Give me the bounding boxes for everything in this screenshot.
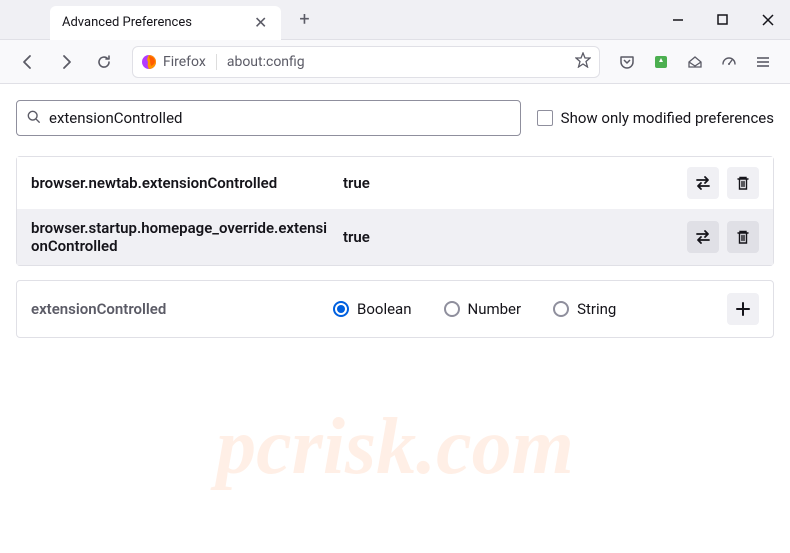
search-icon bbox=[27, 109, 41, 128]
toggle-button[interactable] bbox=[687, 167, 719, 199]
radio-label: String bbox=[577, 300, 616, 318]
pref-actions bbox=[687, 221, 759, 253]
mail-icon[interactable] bbox=[680, 47, 710, 77]
search-row: Show only modified preferences bbox=[16, 100, 774, 136]
delete-button[interactable] bbox=[727, 167, 759, 199]
radio-label: Boolean bbox=[357, 300, 412, 318]
firefox-icon bbox=[141, 54, 157, 70]
type-boolean[interactable]: Boolean bbox=[333, 300, 412, 318]
new-pref-row: extensionControlled Boolean Number Strin… bbox=[16, 280, 774, 338]
dashboard-icon[interactable] bbox=[714, 47, 744, 77]
url-text: about:config bbox=[223, 54, 569, 70]
titlebar: Advanced Preferences ✕ + bbox=[0, 0, 790, 40]
pref-name: browser.newtab.extensionControlled bbox=[31, 174, 331, 192]
new-pref-name: extensionControlled bbox=[31, 300, 321, 318]
forward-button[interactable] bbox=[50, 46, 82, 78]
close-tab-icon[interactable]: ✕ bbox=[252, 11, 269, 34]
window-controls bbox=[655, 0, 790, 40]
delete-button[interactable] bbox=[727, 221, 759, 253]
pref-row: browser.newtab.extensionControlled true bbox=[17, 157, 773, 209]
pref-value: true bbox=[343, 228, 675, 246]
checkbox-icon bbox=[537, 110, 553, 126]
radio-icon bbox=[444, 301, 460, 317]
radio-icon bbox=[333, 301, 349, 317]
extension-icon[interactable] bbox=[646, 47, 676, 77]
menu-icon[interactable] bbox=[748, 47, 778, 77]
radio-label: Number bbox=[468, 300, 522, 318]
toolbar: Firefox about:config bbox=[0, 40, 790, 84]
checkbox-label-text: Show only modified preferences bbox=[561, 109, 774, 127]
bookmark-star-icon[interactable] bbox=[575, 52, 591, 72]
pref-name: browser.startup.homepage_override.extens… bbox=[31, 219, 331, 255]
pref-value: true bbox=[343, 174, 675, 192]
search-box[interactable] bbox=[16, 100, 521, 136]
identity-label: Firefox bbox=[163, 54, 217, 70]
pocket-icon[interactable] bbox=[612, 47, 642, 77]
pref-actions bbox=[687, 167, 759, 199]
type-number[interactable]: Number bbox=[444, 300, 522, 318]
search-input[interactable] bbox=[49, 109, 510, 127]
toolbar-icons bbox=[612, 47, 778, 77]
maximize-button[interactable] bbox=[700, 0, 745, 40]
radio-icon bbox=[553, 301, 569, 317]
add-button[interactable] bbox=[727, 293, 759, 325]
minimize-button[interactable] bbox=[655, 0, 700, 40]
tab-title: Advanced Preferences bbox=[62, 15, 192, 30]
preferences-table: browser.newtab.extensionControlled true … bbox=[16, 156, 774, 266]
toggle-button[interactable] bbox=[687, 221, 719, 253]
reload-button[interactable] bbox=[88, 46, 120, 78]
content-area: Show only modified preferences browser.n… bbox=[0, 84, 790, 354]
pref-row: browser.startup.homepage_override.extens… bbox=[17, 209, 773, 265]
type-string[interactable]: String bbox=[553, 300, 616, 318]
address-bar[interactable]: Firefox about:config bbox=[132, 46, 600, 78]
close-window-button[interactable] bbox=[745, 0, 790, 40]
new-tab-button[interactable]: + bbox=[289, 3, 319, 36]
show-modified-checkbox[interactable]: Show only modified preferences bbox=[537, 109, 774, 127]
watermark: pcrisk.com bbox=[216, 402, 574, 493]
type-options: Boolean Number String bbox=[333, 300, 715, 318]
back-button[interactable] bbox=[12, 46, 44, 78]
browser-tab[interactable]: Advanced Preferences ✕ bbox=[50, 6, 281, 40]
